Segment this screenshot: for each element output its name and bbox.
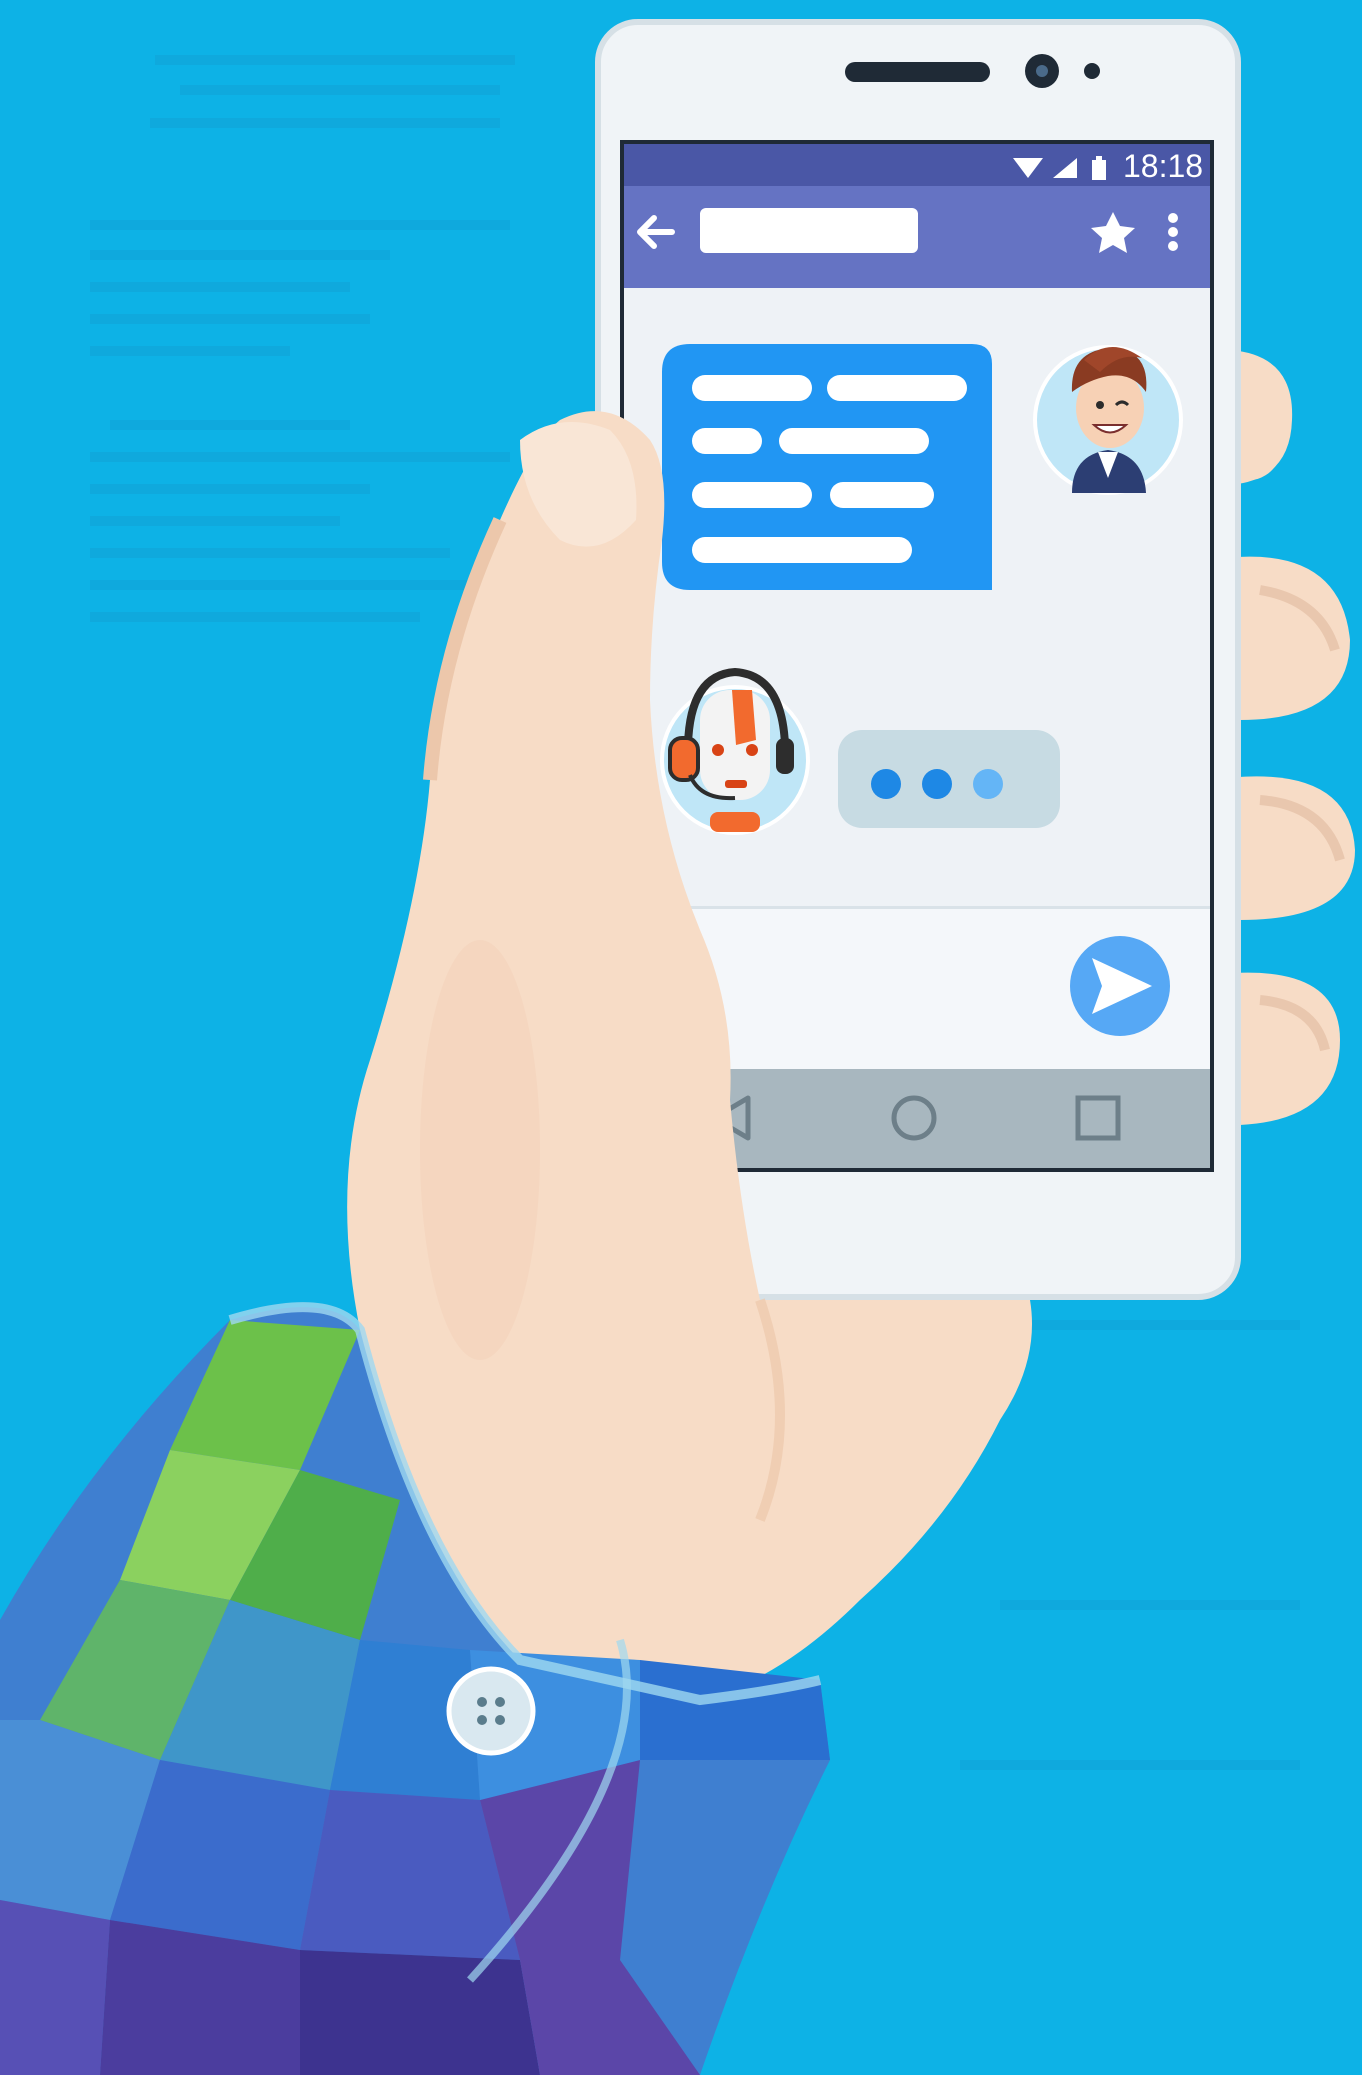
composer-divider bbox=[624, 906, 1210, 909]
cuff-button bbox=[446, 1666, 536, 1756]
typing-dot bbox=[871, 769, 901, 799]
send-icon[interactable] bbox=[1070, 936, 1170, 1036]
user-avatar-icon bbox=[1033, 345, 1183, 495]
typing-indicator bbox=[838, 730, 1060, 828]
chatbot-illustration: 18:18 bbox=[0, 0, 1362, 2075]
status-time: 18:18 bbox=[1123, 148, 1203, 184]
typing-dot bbox=[973, 769, 1003, 799]
typing-dot bbox=[922, 769, 952, 799]
more-vertical-icon[interactable] bbox=[1168, 213, 1178, 251]
chat-title-placeholder bbox=[700, 208, 918, 253]
sensor bbox=[1084, 63, 1100, 79]
user-message bbox=[662, 344, 992, 590]
earpiece bbox=[845, 62, 990, 82]
